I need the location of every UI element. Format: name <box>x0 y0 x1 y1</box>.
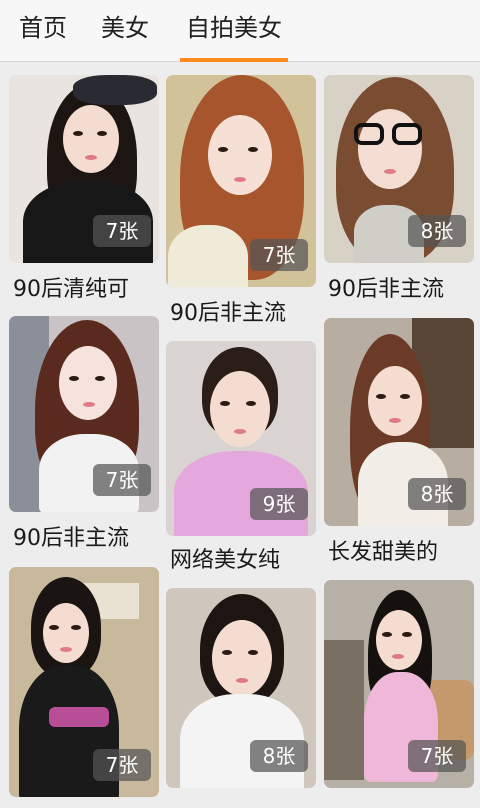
album-caption: 网络美女纯 <box>170 548 281 573</box>
album-card[interactable]: 7张 <box>324 580 474 800</box>
tab-bar: 首页 美女 自拍美女 <box>0 0 480 62</box>
photo-count-badge: 8张 <box>250 740 308 772</box>
album-photo[interactable]: 8张 <box>324 75 474 263</box>
album-card[interactable]: 7张 90后非主流 <box>9 316 159 561</box>
album-caption: 90后非主流 <box>13 526 129 551</box>
photo-count-badge: 7张 <box>250 239 308 271</box>
photo-count-badge: 7张 <box>93 464 151 496</box>
album-card[interactable]: 8张 <box>166 588 316 808</box>
album-photo[interactable]: 7张 <box>9 567 159 797</box>
album-photo[interactable]: 7张 <box>9 75 159 263</box>
tab-beauty[interactable]: 美女 <box>92 0 158 58</box>
photo-count-badge: 7张 <box>408 740 466 772</box>
album-photo[interactable]: 9张 <box>166 341 316 536</box>
album-caption: 长发甜美的 <box>328 540 439 565</box>
photo-count-badge: 8张 <box>408 478 466 510</box>
tab-selfie-beauty[interactable]: 自拍美女 <box>180 0 288 58</box>
album-photo[interactable]: 8张 <box>324 318 474 526</box>
album-caption: 90后非主流 <box>170 301 286 326</box>
album-caption: 90后非主流 <box>328 277 444 302</box>
album-caption: 90后清纯可 <box>13 277 129 302</box>
photo-count-badge: 7张 <box>93 215 151 247</box>
album-card[interactable]: 9张 网络美女纯 <box>166 341 316 581</box>
album-card[interactable]: 8张 长发甜美的 <box>324 318 474 568</box>
photo-count-badge: 7张 <box>93 749 151 781</box>
album-card[interactable]: 7张 <box>9 567 159 807</box>
photo-count-badge: 9张 <box>250 488 308 520</box>
photo-count-badge: 8张 <box>408 215 466 247</box>
album-photo[interactable]: 8张 <box>166 588 316 788</box>
album-photo[interactable]: 7张 <box>324 580 474 788</box>
album-card[interactable]: 8张 90后非主流 <box>324 75 474 310</box>
tab-home[interactable]: 首页 <box>10 0 76 58</box>
album-card[interactable]: 7张 90后清纯可 <box>9 75 159 310</box>
active-tab-indicator <box>180 58 288 62</box>
album-card[interactable]: 7张 90后非主流 <box>166 75 316 337</box>
album-photo[interactable]: 7张 <box>166 75 316 287</box>
album-photo[interactable]: 7张 <box>9 316 159 512</box>
